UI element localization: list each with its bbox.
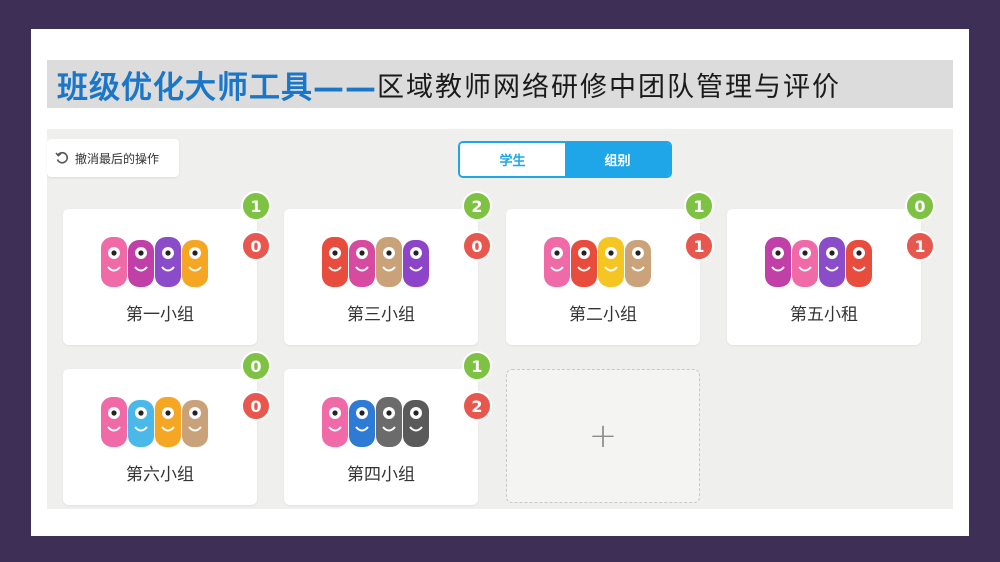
class-dojo-app: 撤消最后的操作 学生 组别 第一小组 1 0 第三小组 2 0 第二小组 1 1 第五小租 0 1 第六…: [47, 129, 953, 509]
group-card[interactable]: 第四小组: [284, 369, 478, 505]
group-card[interactable]: 第五小租: [727, 209, 921, 345]
group-card[interactable]: 第六小组: [63, 369, 257, 505]
group-name: 第二小组: [569, 305, 637, 325]
monster-avatars-icon: [544, 237, 651, 287]
monster-avatars-icon: [322, 397, 429, 447]
negative-points-badge: 0: [462, 231, 492, 261]
group-name: 第六小组: [126, 465, 194, 485]
group-name: 第一小组: [126, 305, 194, 325]
positive-points-badge: 1: [241, 191, 271, 221]
title-main: 班级优化大师工具——: [57, 69, 377, 106]
monster-avatars-icon: [101, 397, 208, 447]
slide: 班级优化大师工具—— 区域教师网络研修中团队管理与评价 撤消最后的操作 学生 组…: [31, 29, 969, 536]
group-card[interactable]: 第二小组: [506, 209, 700, 345]
group-name: 第五小租: [790, 305, 858, 325]
positive-points-badge: 0: [241, 351, 271, 381]
view-toggle: 学生 组别: [458, 141, 672, 178]
positive-points-badge: 1: [462, 351, 492, 381]
undo-button[interactable]: 撤消最后的操作: [47, 139, 179, 177]
positive-points-badge: 1: [684, 191, 714, 221]
negative-points-badge: 1: [905, 231, 935, 261]
positive-points-badge: 0: [905, 191, 935, 221]
monster-avatars-icon: [101, 237, 208, 287]
group-name: 第三小组: [347, 305, 415, 325]
plus-icon: +: [588, 416, 618, 456]
negative-points-badge: 1: [684, 231, 714, 261]
title-bar: 班级优化大师工具—— 区域教师网络研修中团队管理与评价: [47, 60, 953, 108]
group-card[interactable]: 第三小组: [284, 209, 478, 345]
monster-avatars-icon: [765, 237, 872, 287]
negative-points-badge: 0: [241, 231, 271, 261]
tab-students[interactable]: 学生: [460, 143, 565, 176]
undo-label: 撤消最后的操作: [75, 151, 160, 166]
undo-icon: [55, 151, 69, 165]
group-card[interactable]: 第一小组: [63, 209, 257, 345]
group-name: 第四小组: [347, 465, 415, 485]
negative-points-badge: 0: [241, 391, 271, 421]
title-sub: 区域教师网络研修中团队管理与评价: [377, 71, 841, 103]
tab-groups[interactable]: 组别: [565, 143, 670, 176]
monster-avatars-icon: [322, 237, 429, 287]
positive-points-badge: 2: [462, 191, 492, 221]
negative-points-badge: 2: [462, 391, 492, 421]
add-group-button[interactable]: +: [506, 369, 700, 503]
